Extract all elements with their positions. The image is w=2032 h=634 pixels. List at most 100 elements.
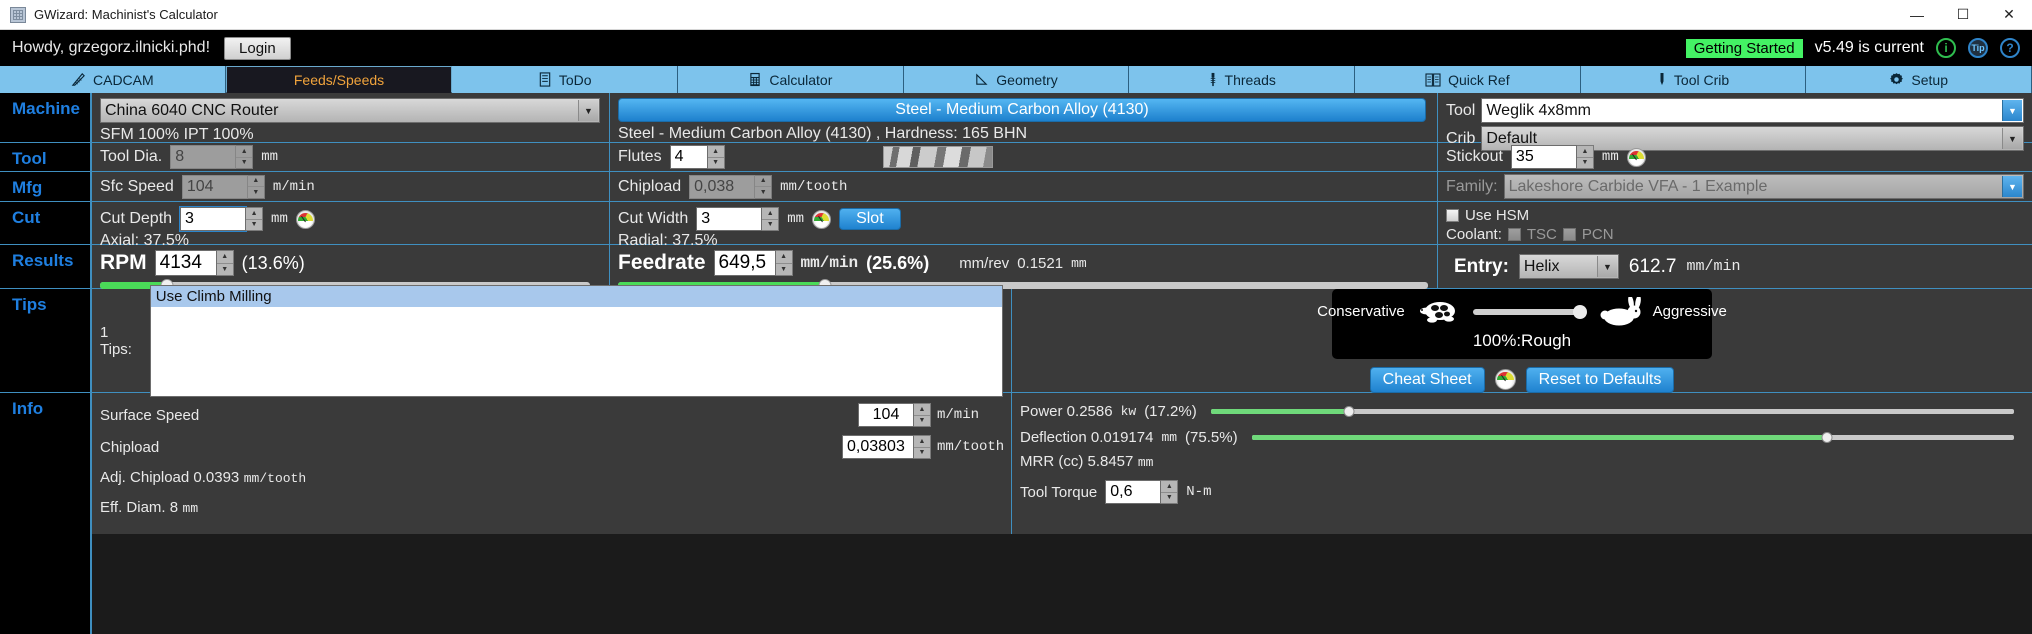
getting-started-button[interactable]: Getting Started xyxy=(1685,38,1803,58)
tool-torque-input[interactable] xyxy=(1105,480,1162,504)
cut-depth-input[interactable] xyxy=(179,206,248,232)
stepper-buttons[interactable]: ▲ ▼ xyxy=(246,207,264,231)
rpm-input[interactable] xyxy=(154,250,217,276)
rpm-stepper[interactable]: ▲▼ xyxy=(154,250,234,276)
aggressiveness-panel: Conservative Aggressive 100%:Rough xyxy=(1317,288,1727,359)
machine-select[interactable]: China 6040 CNC Router ▼ xyxy=(100,98,600,123)
material-banner[interactable]: Steel - Medium Carbon Alloy (4130) xyxy=(618,98,1426,122)
info-chipload-stepper[interactable]: ▲▼ xyxy=(842,435,931,459)
gwizard-window: GWizard: Machinist's Calculator — ☐ ✕ Ho… xyxy=(0,0,2032,634)
info-icon[interactable]: i xyxy=(1936,38,1956,58)
deflection-row: Deflection 0.019174 mm (75.5%) xyxy=(1020,429,2024,446)
tool-dia-stepper[interactable]: ▲▼ xyxy=(170,145,254,169)
tool-select[interactable]: Weglik 4x8mm ▼ xyxy=(1481,98,2024,123)
mmrev-label: mm/rev xyxy=(959,254,1010,272)
cut-width-stepper[interactable]: ▲▼ xyxy=(696,207,780,231)
info-chipload-input[interactable] xyxy=(842,435,914,459)
surface-speed-stepper[interactable]: ▲▼ xyxy=(858,403,931,427)
chevron-down-icon[interactable]: ▼ xyxy=(2002,100,2022,121)
deflection-bar[interactable] xyxy=(1251,432,2014,443)
use-hsm-checkbox[interactable] xyxy=(1446,209,1459,222)
chevron-down-icon[interactable]: ▼ xyxy=(1596,256,1617,277)
pcn-checkbox[interactable] xyxy=(1562,228,1576,241)
power-bar-knob[interactable] xyxy=(1343,406,1355,417)
tool-torque-stepper[interactable]: ▲▼ xyxy=(1105,480,1179,504)
results-row: RPM ▲▼ (13.6%) Feedrate xyxy=(92,245,2032,292)
account-bar-right: Getting Started v5.49 is current i Tip ? xyxy=(1685,38,2020,58)
surface-speed-input[interactable] xyxy=(858,403,914,427)
turtle-icon xyxy=(1419,301,1455,323)
chevron-down-icon[interactable]: ▼ xyxy=(578,100,598,121)
stepper-buttons[interactable]: ▲ ▼ xyxy=(1161,480,1179,504)
stickout-input[interactable] xyxy=(1510,145,1577,169)
tab-todo[interactable]: ToDo xyxy=(452,66,679,93)
stepper-buttons[interactable]: ▲ ▼ xyxy=(247,174,265,199)
tab-cadcam[interactable]: CADCAM xyxy=(0,66,226,93)
minimize-icon[interactable]: — xyxy=(1894,0,1940,30)
tsc-checkbox[interactable] xyxy=(1507,228,1521,241)
cut-depth-stepper[interactable]: ▲▼ xyxy=(179,206,264,232)
feedrate-stepper[interactable]: ▲▼ xyxy=(713,250,793,276)
power-unit: kw xyxy=(1120,404,1137,419)
geometry-icon xyxy=(976,73,988,85)
stepper-buttons[interactable]: ▲ ▼ xyxy=(775,250,793,276)
family-cell: Family: Lakeshore Carbide VFA - 1 Exampl… xyxy=(1438,169,2032,204)
machine-select-value: China 6040 CNC Router xyxy=(105,101,279,119)
stepper-buttons[interactable]: ▲ ▼ xyxy=(914,435,931,459)
cut-width-input[interactable] xyxy=(696,207,763,231)
gauge-icon[interactable] xyxy=(1494,369,1516,390)
tab-setup[interactable]: Setup xyxy=(1806,66,2032,93)
chevron-down-icon[interactable]: ▼ xyxy=(2002,176,2022,197)
flutes-input[interactable] xyxy=(669,145,708,169)
section-rail: Machine Tool Mfg Cut Results Tips Info xyxy=(0,93,92,634)
tip-icon[interactable]: Tip xyxy=(1968,38,1988,58)
stickout-stepper[interactable]: ▲▼ xyxy=(1510,145,1594,169)
adj-chipload-text: Adj. Chipload 0.0393 xyxy=(100,469,240,486)
tab-geometry[interactable]: Geometry xyxy=(903,66,1130,93)
chipload-input[interactable] xyxy=(689,174,756,199)
stepper-buttons[interactable]: ▲ ▼ xyxy=(236,145,254,169)
stepper-down-icon: ▼ xyxy=(250,221,258,229)
family-select[interactable]: Lakeshore Carbide VFA - 1 Example ▼ xyxy=(1503,174,2024,199)
gauge-icon[interactable] xyxy=(295,209,315,229)
chipload-stepper[interactable]: ▲▼ xyxy=(689,174,773,199)
entry-select[interactable]: Helix ▼ xyxy=(1518,254,1619,279)
tab-threads[interactable]: Threads xyxy=(1129,66,1356,93)
stepper-buttons[interactable]: ▲ ▼ xyxy=(707,145,725,169)
gauge-icon[interactable] xyxy=(1626,147,1646,167)
list-item[interactable]: Use Climb Milling xyxy=(150,285,1002,307)
tab-quick-ref[interactable]: Quick Ref xyxy=(1355,66,1581,93)
flutes-stepper[interactable]: ▲▼ xyxy=(669,145,725,169)
aggressiveness-slider-knob[interactable] xyxy=(1572,304,1587,319)
title-bar: GWizard: Machinist's Calculator — ☐ ✕ xyxy=(0,0,2032,30)
action-buttons: Cheat Sheet Reset to Defaults xyxy=(1369,366,1675,393)
cheat-sheet-button[interactable]: Cheat Sheet xyxy=(1369,366,1485,393)
sfc-speed-input[interactable] xyxy=(181,174,248,199)
power-bar[interactable] xyxy=(1210,406,2014,417)
feedrate-input[interactable] xyxy=(713,250,776,276)
cut-width-label: Cut Width xyxy=(618,210,689,227)
rail-cut: Cut xyxy=(0,202,90,245)
stepper-buttons[interactable]: ▲ ▼ xyxy=(1576,145,1594,169)
help-icon[interactable]: ? xyxy=(2000,38,2020,58)
deflection-bar-knob[interactable] xyxy=(1821,432,1833,443)
tab-calculator[interactable]: Calculator xyxy=(678,66,904,93)
slot-button[interactable]: Slot xyxy=(839,208,901,230)
aggressiveness-slider[interactable] xyxy=(1472,304,1587,319)
tab-tool-crib[interactable]: Tool Crib xyxy=(1580,66,1807,93)
login-button[interactable]: Login xyxy=(224,36,291,60)
sfc-speed-stepper[interactable]: ▲▼ xyxy=(181,174,265,199)
gauge-icon[interactable] xyxy=(812,209,832,229)
tips-list[interactable]: Use Climb Milling xyxy=(149,284,1003,397)
stepper-buttons[interactable]: ▲ ▼ xyxy=(755,174,773,199)
reset-to-defaults-button[interactable]: Reset to Defaults xyxy=(1525,366,1675,393)
stepper-buttons[interactable]: ▲ ▼ xyxy=(762,207,780,231)
stepper-buttons[interactable]: ▲ ▼ xyxy=(216,250,234,276)
stepper-buttons[interactable]: ▲ ▼ xyxy=(914,403,931,427)
close-icon[interactable]: ✕ xyxy=(1986,0,2032,30)
tab-feeds-speeds[interactable]: Feeds/Speeds xyxy=(225,66,453,93)
tool-dia-input[interactable] xyxy=(170,145,237,169)
tips-cell: 1 Tips: Use Climb Milling xyxy=(92,284,1012,397)
account-bar: Howdy, grzegorz.ilnicki.phd! Login Getti… xyxy=(0,30,2032,66)
maximize-icon[interactable]: ☐ xyxy=(1940,0,1986,30)
